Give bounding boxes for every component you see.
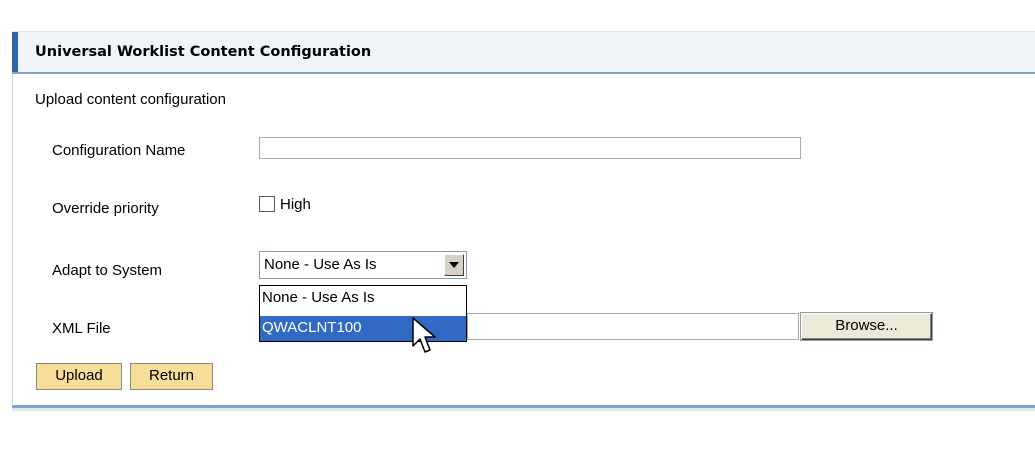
configuration-name-input[interactable] [259, 137, 801, 159]
arrow-cursor-icon [412, 317, 436, 353]
high-priority-checkbox[interactable] [259, 196, 275, 212]
xml-file-input[interactable] [467, 313, 799, 340]
panel-bottom-shadow [12, 408, 1035, 411]
panel-title: Universal Worklist Content Configuration [35, 44, 372, 60]
return-button[interactable]: Return [130, 363, 213, 390]
header-accent-bar [12, 32, 18, 73]
content-panel: Universal Worklist Content Configuration [12, 31, 1035, 412]
page: Universal Worklist Content Configuration… [0, 0, 1035, 469]
xml-file-label: XML File [52, 320, 111, 337]
override-priority-label: Override priority [52, 200, 159, 217]
dropdown-option-none[interactable]: None - Use As Is [260, 286, 466, 311]
adapt-to-system-select[interactable]: None - Use As Is [259, 251, 467, 279]
panel-body [12, 74, 1035, 404]
section-heading: Upload content configuration [35, 91, 226, 108]
adapt-to-system-label: Adapt to System [52, 262, 163, 279]
browse-button[interactable]: Browse... [801, 313, 932, 340]
adapt-to-system-selected-value: None - Use As Is [264, 256, 377, 273]
high-priority-checkbox-label[interactable]: High [280, 196, 311, 213]
upload-button[interactable]: Upload [36, 363, 122, 390]
chevron-down-icon[interactable] [444, 254, 464, 276]
panel-header: Universal Worklist Content Configuration [12, 31, 1035, 73]
configuration-name-label: Configuration Name [52, 142, 186, 159]
